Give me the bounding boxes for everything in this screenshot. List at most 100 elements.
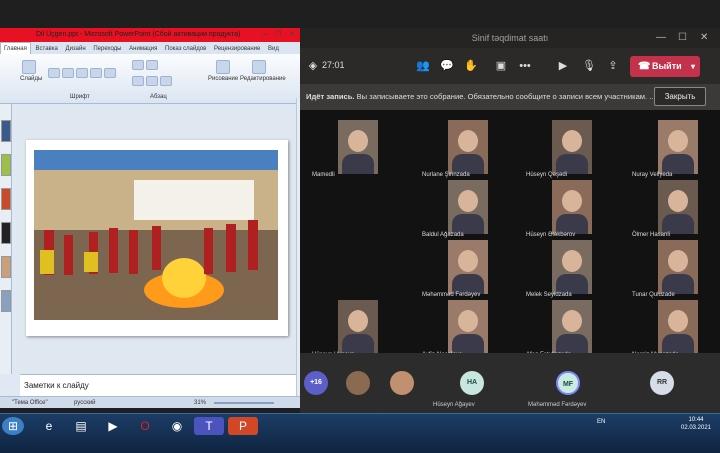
notes-placeholder: Заметки к слайду bbox=[24, 381, 89, 390]
teams-window: Sinif təqdimat saatı — ☐ ✕ ◈ 27:01 👥 💬 ✋… bbox=[300, 28, 720, 413]
participants-icon[interactable]: 👥 bbox=[416, 59, 430, 73]
participant-body bbox=[662, 154, 694, 174]
notes-pane[interactable]: Заметки к слайду bbox=[20, 374, 296, 396]
current-slide[interactable] bbox=[26, 140, 288, 336]
participant-video-tile[interactable] bbox=[448, 120, 488, 174]
new-slide-button[interactable] bbox=[22, 60, 36, 74]
more-participants-badge[interactable]: +16 bbox=[304, 371, 328, 395]
ppt-window-title: Dil Üçgen.ppt - Microsoft PowerPoint (Сб… bbox=[36, 31, 241, 38]
novruz-festival-image bbox=[34, 150, 278, 320]
participant-name: Ölmer Hasanli bbox=[632, 232, 671, 238]
participant-body bbox=[452, 274, 484, 294]
strikethrough-button[interactable] bbox=[90, 68, 102, 78]
chat-icon[interactable]: 💬 bbox=[440, 59, 454, 73]
participant-body bbox=[662, 214, 694, 234]
raise-hand-icon[interactable]: ✋ bbox=[464, 59, 478, 73]
recording-message: Вы записываете это собрание. Обязательно… bbox=[356, 92, 656, 101]
zoom-slider[interactable] bbox=[214, 402, 274, 404]
avatar[interactable] bbox=[390, 371, 414, 395]
underline-button[interactable] bbox=[76, 68, 88, 78]
participant-video-tile[interactable] bbox=[338, 300, 378, 354]
more-options-icon[interactable]: ••• bbox=[518, 59, 532, 73]
powerpoint-icon[interactable]: P bbox=[228, 417, 258, 435]
slide-thumbnail[interactable] bbox=[1, 222, 11, 244]
drawing-button[interactable] bbox=[216, 60, 230, 74]
font-group-label: Шрифт bbox=[70, 94, 90, 100]
participant-face bbox=[668, 250, 688, 272]
avatar[interactable]: RR bbox=[650, 371, 674, 395]
editing-button[interactable] bbox=[252, 60, 266, 74]
slide-thumbnail[interactable] bbox=[1, 120, 11, 142]
close-icon[interactable]: ✕ bbox=[700, 28, 708, 48]
minimize-icon[interactable]: — bbox=[262, 28, 269, 42]
align-left-button[interactable] bbox=[132, 76, 144, 86]
align-right-button[interactable] bbox=[160, 76, 172, 86]
align-center-button[interactable] bbox=[146, 76, 158, 86]
paragraph-group-label: Абзац bbox=[150, 94, 167, 100]
maximize-icon[interactable]: ☐ bbox=[678, 28, 687, 48]
ppt-titlebar: Dil Üçgen.ppt - Microsoft PowerPoint (Сб… bbox=[0, 28, 305, 42]
share-screen-icon[interactable]: ⇪ bbox=[606, 59, 620, 73]
participant-video-tile[interactable] bbox=[658, 240, 698, 294]
microphone-icon[interactable]: 🎙 bbox=[582, 59, 596, 73]
internet-explorer-icon[interactable]: e bbox=[34, 417, 64, 435]
dismiss-banner-button[interactable]: Закрыть bbox=[654, 87, 706, 106]
media-player-icon[interactable]: ▶ bbox=[98, 417, 128, 435]
font-color-button[interactable] bbox=[104, 68, 116, 78]
participant-video-tile[interactable] bbox=[658, 180, 698, 234]
participant-video-tile[interactable] bbox=[658, 120, 698, 174]
participant-video-tile[interactable] bbox=[552, 240, 592, 294]
participant-name: Tunar Quluzade bbox=[632, 292, 675, 298]
system-clock[interactable]: 10:44 02.03.2021 bbox=[676, 416, 716, 432]
participant-video-tile[interactable] bbox=[448, 180, 488, 234]
participant-body bbox=[556, 334, 588, 354]
teams-icon[interactable]: T bbox=[194, 417, 224, 435]
maximize-icon[interactable]: ❐ bbox=[275, 28, 281, 42]
bold-button[interactable] bbox=[48, 68, 60, 78]
participant-video-tile[interactable] bbox=[448, 240, 488, 294]
participant-video-tile[interactable] bbox=[448, 300, 488, 354]
opera-icon[interactable]: O bbox=[130, 417, 160, 435]
slide-thumbnail[interactable] bbox=[1, 154, 11, 176]
participant-name: Məhəmməd Fərdəyev bbox=[528, 402, 587, 408]
participant-video-tile[interactable] bbox=[552, 120, 592, 174]
zoom-level[interactable]: 31% bbox=[194, 397, 206, 409]
avatar[interactable] bbox=[346, 371, 370, 395]
language-indicator[interactable]: EN bbox=[597, 419, 605, 425]
participant-face bbox=[562, 130, 582, 152]
participant-body bbox=[452, 154, 484, 174]
video-grid: Mamedli Nurlane Şirinzada Hüseyn Qəşədi Nur… bbox=[300, 110, 720, 358]
participant-name: Məhəmməd Fərdəyev bbox=[422, 292, 481, 298]
recording-banner: Идёт запись. Вы записываете это собрание… bbox=[300, 84, 720, 110]
language-status[interactable]: русский bbox=[74, 397, 96, 409]
slide-thumbnail[interactable] bbox=[1, 256, 11, 278]
leave-button[interactable]: ☎ Выйти ▾ bbox=[630, 56, 700, 77]
participant-face bbox=[458, 190, 478, 212]
participant-video-tile[interactable] bbox=[338, 120, 378, 174]
breakout-rooms-icon[interactable]: ▣ bbox=[494, 59, 508, 73]
file-explorer-icon[interactable]: ▤ bbox=[66, 417, 96, 435]
slide-thumbnail[interactable] bbox=[1, 290, 11, 312]
participant-video-tile[interactable] bbox=[552, 180, 592, 234]
participant-video-tile[interactable] bbox=[552, 300, 592, 354]
start-button[interactable]: ⊞ bbox=[2, 417, 24, 435]
slide-thumbnails-panel[interactable] bbox=[0, 104, 12, 374]
chevron-down-icon[interactable]: ▾ bbox=[691, 56, 695, 77]
theme-status: "Тема Office" bbox=[12, 400, 48, 406]
participant-strip: +16 HA Hüseyn Ağayev MF Məhəmməd Fərdəye… bbox=[300, 353, 720, 413]
numbering-button[interactable] bbox=[146, 60, 158, 70]
meeting-title: Sinif təqdimat saatı bbox=[471, 33, 549, 43]
leave-label: Выйти bbox=[652, 61, 682, 71]
avatar[interactable]: MF bbox=[556, 371, 580, 395]
participant-video-tile[interactable] bbox=[658, 300, 698, 354]
bullets-button[interactable] bbox=[132, 60, 144, 70]
participant-body bbox=[452, 214, 484, 234]
chrome-icon[interactable]: ◉ bbox=[162, 417, 192, 435]
close-icon[interactable]: ✕ bbox=[289, 28, 295, 42]
slide-thumbnail[interactable] bbox=[1, 188, 11, 210]
participant-body bbox=[342, 334, 374, 354]
minimize-icon[interactable]: — bbox=[656, 28, 666, 48]
italic-button[interactable] bbox=[62, 68, 74, 78]
camera-off-icon[interactable]: ▶ bbox=[556, 59, 570, 73]
avatar[interactable]: HA bbox=[460, 371, 484, 395]
